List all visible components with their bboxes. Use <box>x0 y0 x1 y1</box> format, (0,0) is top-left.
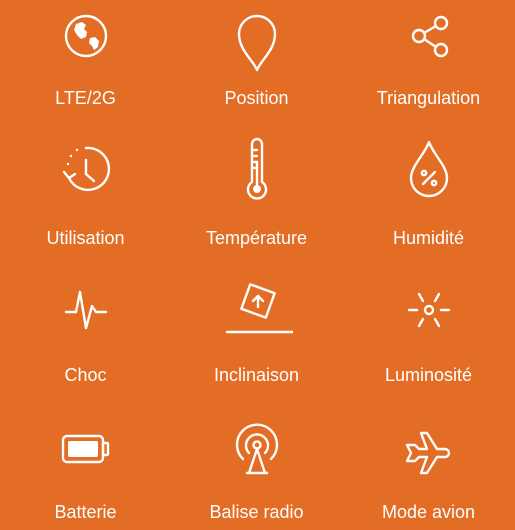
battery-icon <box>50 413 122 485</box>
feature-label: LTE/2G <box>55 88 116 108</box>
feature-label: Luminosité <box>384 365 473 385</box>
feature-label: Température <box>205 228 308 248</box>
feature-label: Position <box>224 88 289 108</box>
feature-label: Batterie <box>54 502 117 522</box>
location-pin-icon <box>221 0 293 72</box>
feature-label: Utilisation <box>46 228 125 248</box>
clock-history-icon <box>50 132 122 204</box>
features-grid: LTE/2G Position Triangulation Utilisatio… <box>0 0 515 524</box>
thermometer-icon <box>221 132 293 204</box>
brightness-icon <box>393 274 465 346</box>
feature-label: Choc <box>64 365 107 385</box>
feature-label: Humidité <box>392 228 465 248</box>
tilt-icon <box>221 274 293 346</box>
feature-utilisation: Utilisation <box>0 132 171 252</box>
feature-temperature: Température <box>171 132 342 252</box>
feature-batterie: Batterie <box>0 410 171 530</box>
feature-mode-avion: Mode avion <box>343 410 514 530</box>
globe-icon <box>50 0 122 72</box>
airplane-icon <box>393 413 465 485</box>
feature-label: Inclinaison <box>213 365 300 385</box>
feature-balise-radio: Balise radio <box>171 410 342 530</box>
feature-luminosite: Luminosité <box>343 272 514 392</box>
pulse-icon <box>50 274 122 346</box>
feature-label: Mode avion <box>381 502 476 522</box>
feature-label: Balise radio <box>209 502 304 522</box>
share-nodes-icon <box>393 0 465 72</box>
radio-beacon-icon <box>221 413 293 485</box>
feature-humidite: Humidité <box>343 132 514 252</box>
feature-lte: LTE/2G <box>0 0 171 120</box>
feature-choc: Choc <box>0 272 171 392</box>
feature-inclinaison: Inclinaison <box>171 272 342 392</box>
feature-triangulation: Triangulation <box>343 0 514 120</box>
feature-position: Position <box>171 0 342 120</box>
feature-label: Triangulation <box>376 88 481 108</box>
humidity-drop-icon <box>393 132 465 204</box>
